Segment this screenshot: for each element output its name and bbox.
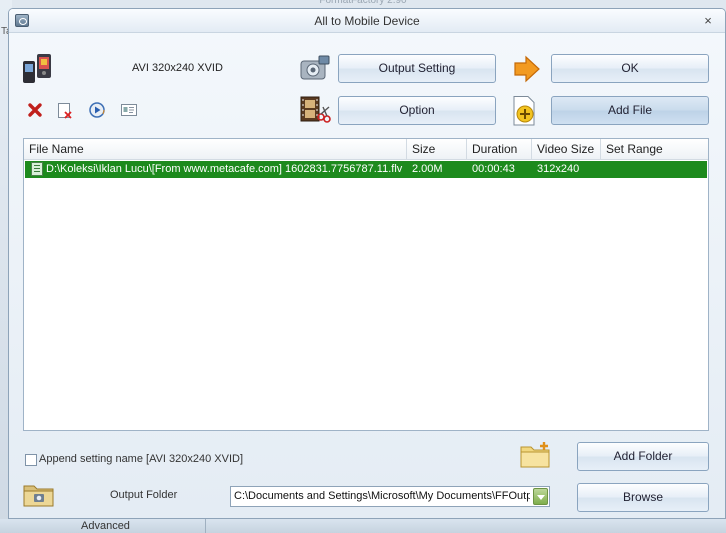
dialog-window: All to Mobile Device × AVI 320x240 XVID … — [8, 8, 726, 519]
clear-list-icon[interactable] — [57, 102, 73, 120]
append-setting-label: Append setting name [AVI 320x240 XVID] — [39, 453, 244, 465]
info-icon[interactable] — [121, 103, 137, 117]
column-header-duration[interactable]: Duration — [467, 139, 532, 160]
cell-file-name: D:\Koleksi\Iklan Lucu\[From www.metacafe… — [46, 163, 403, 175]
browse-button[interactable]: Browse — [577, 483, 709, 512]
column-header-size[interactable]: Size — [407, 139, 467, 160]
option-button[interactable]: Option — [338, 96, 496, 125]
cell-set-range[interactable] — [606, 161, 706, 178]
close-button[interactable]: × — [699, 12, 717, 30]
output-folder-icon — [23, 481, 55, 509]
arrow-right-icon — [512, 54, 542, 84]
cell-video-size: 312x240 — [537, 163, 580, 175]
ok-button[interactable]: OK — [551, 54, 709, 83]
remove-icon[interactable] — [27, 102, 43, 118]
column-header-video-size[interactable]: Video Size — [532, 139, 601, 160]
add-folder-button[interactable]: Add Folder — [577, 442, 709, 471]
chevron-down-icon[interactable] — [533, 488, 548, 505]
mobile-device-icon — [21, 52, 55, 86]
add-folder-icon — [520, 441, 552, 469]
output-folder-combo[interactable]: C:\Documents and Settings\Microsoft\My D… — [230, 486, 550, 507]
background-app-title: FormatFactory 2.90 — [319, 0, 407, 6]
title-bar[interactable]: All to Mobile Device × — [9, 9, 725, 33]
output-folder-label: Output Folder — [110, 489, 178, 501]
column-header-file-name[interactable]: File Name — [24, 139, 407, 160]
table-row[interactable]: D:\Koleksi\Iklan Lucu\[From www.metacafe… — [25, 161, 707, 178]
file-list-header: File Name Size Duration Video Size Set R… — [24, 139, 708, 160]
output-folder-path[interactable]: C:\Documents and Settings\Microsoft\My D… — [234, 487, 530, 506]
column-header-set-range[interactable]: Set Range — [601, 139, 708, 160]
background-bottom-strip: Advanced — [0, 519, 726, 533]
cell-size: 2.00M — [412, 163, 443, 175]
play-icon[interactable] — [89, 102, 105, 118]
cell-duration: 00:00:43 — [472, 163, 515, 175]
file-list[interactable]: File Name Size Duration Video Size Set R… — [23, 138, 709, 431]
video-file-icon — [31, 162, 43, 176]
background-advanced-tab[interactable]: Advanced — [81, 520, 130, 532]
add-file-icon — [512, 95, 538, 127]
settings-icon — [299, 53, 331, 83]
window-title: All to Mobile Device — [314, 14, 420, 28]
film-scissors-icon — [299, 95, 331, 125]
profile-label: AVI 320x240 XVID — [132, 62, 223, 74]
background-divider — [205, 519, 206, 533]
append-setting-checkbox[interactable] — [25, 454, 37, 466]
output-setting-button[interactable]: Output Setting — [338, 54, 496, 83]
add-file-button[interactable]: Add File — [551, 96, 709, 125]
